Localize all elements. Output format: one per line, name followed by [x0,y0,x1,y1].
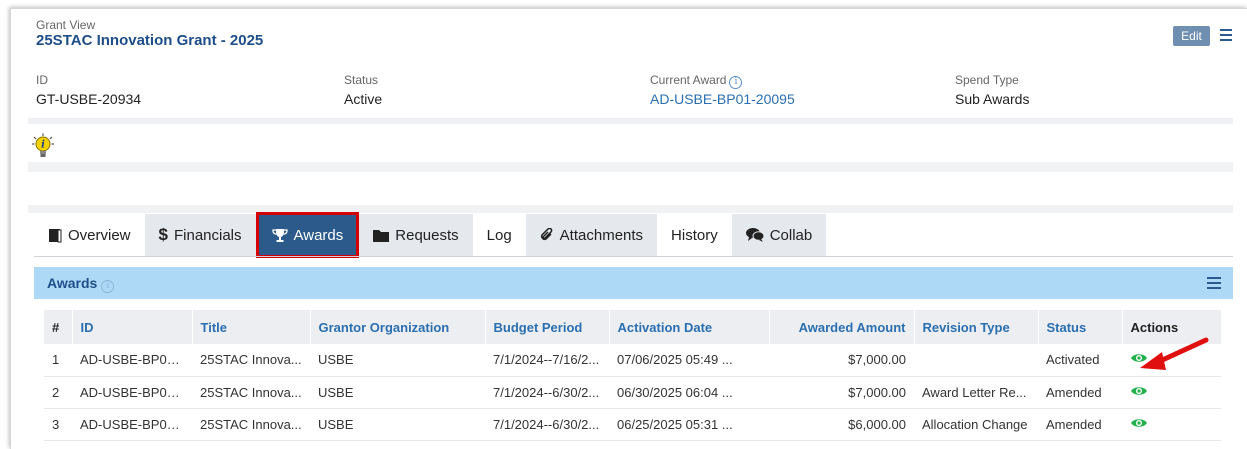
awards-panel-title: Awards i [47,275,115,293]
awarded-amount: $6,000.00 [769,408,914,441]
lightbulb-icon[interactable]: i [32,133,54,159]
award-status: Amended [1038,408,1122,441]
tab-label: Overview [68,226,131,244]
page-title: 25STAC Innovation Grant - 2025 [36,32,264,49]
comments-icon [745,228,764,242]
tab-financials[interactable]: $ Financials [144,214,256,256]
view-eye-icon[interactable] [1130,417,1148,429]
award-id: AD-USBE-BP01... [72,376,192,409]
current-award-label: Current Award i [650,73,743,89]
tab-log[interactable]: Log [472,214,526,256]
red-arrow-annotation [1140,337,1209,370]
tab-history[interactable]: History [657,214,732,256]
column-header-title[interactable]: Title [192,310,311,344]
column-header-revision-type[interactable]: Revision Type [914,310,1039,344]
tab-attachments[interactable]: Attachments [525,214,658,256]
paperclip-icon [540,228,554,242]
spend-type-label: Spend Type [955,73,1019,87]
svg-text:i: i [41,140,45,151]
revision-type [914,344,1038,377]
grantor-organization: USBE [310,344,485,377]
table-row[interactable]: 3 AD-USBE-BP01... 25STAC Innova... USBE … [44,408,1221,441]
column-header-awarded-amount[interactable]: Awarded Amount [769,310,915,344]
activation-date: 07/06/2025 05:49 ... [609,344,769,377]
tab-label: Attachments [559,226,644,244]
actions-cell [1122,376,1221,409]
awarded-amount: $7,000.00 [769,344,914,377]
column-header-number[interactable]: # [44,310,73,344]
divider [28,162,1233,172]
book-icon [48,228,62,243]
tab-awards[interactable]: Awards [255,212,360,258]
info-icon[interactable]: i [101,280,115,293]
grantor-organization: USBE [310,408,485,441]
spend-type-value: Sub Awards [955,91,1030,107]
id-value: GT-USBE-20934 [36,91,142,107]
actions-cell [1122,408,1221,441]
id-label: ID [36,73,48,87]
hamburger-menu-icon[interactable] [1220,29,1232,41]
revision-type: Award Letter Re... [914,376,1038,409]
tab-label: Financials [173,226,242,244]
column-header-id[interactable]: ID [72,310,193,344]
award-title: 25STAC Innova... [192,344,310,377]
tab-overview[interactable]: Overview [34,214,145,256]
awards-table: # ID Title Grantor Organization Budget P… [44,310,1222,441]
budget-period: 7/1/2024--6/30/2... [485,376,609,409]
tab-bar: Overview $ Financials Awards Requests Lo… [34,212,827,258]
column-header-grantor[interactable]: Grantor Organization [310,310,486,344]
current-award-label-text: Current Award [650,73,727,87]
tab-label: Requests [395,226,459,244]
column-header-status[interactable]: Status [1038,310,1123,344]
column-header-budget-period[interactable]: Budget Period [485,310,610,344]
view-label: Grant View [36,18,96,32]
panel-menu-icon[interactable] [1207,277,1221,292]
dollar-icon: $ [158,225,168,244]
awards-title-text: Awards [47,275,98,291]
tab-label: Log [486,226,512,244]
revision-type: Allocation Change [914,408,1038,441]
award-status: Activated [1038,344,1122,377]
view-eye-icon[interactable] [1130,385,1148,397]
tab-requests[interactable]: Requests [359,214,473,256]
divider [28,118,1233,124]
activation-date: 06/30/2025 06:04 ... [609,376,769,409]
award-id: AD-USBE-BP01... [72,344,192,377]
folder-icon [373,229,390,242]
activation-date: 06/25/2025 05:31 ... [609,408,769,441]
award-title: 25STAC Innova... [192,408,310,441]
tab-underline [34,256,1233,257]
tab-label: History [671,226,718,244]
tab-label: Awards [293,226,344,244]
tab-collab[interactable]: Collab [731,214,827,256]
award-title: 25STAC Innova... [192,376,310,409]
budget-period: 7/1/2024--7/16/2... [485,344,609,377]
row-number: 3 [44,408,72,441]
trophy-icon [271,228,288,243]
tab-label: Collab [769,226,813,244]
table-row[interactable]: 2 AD-USBE-BP01... 25STAC Innova... USBE … [44,376,1221,409]
table-row[interactable]: 1 AD-USBE-BP01... 25STAC Innova... USBE … [44,344,1221,377]
row-number: 2 [44,376,72,409]
status-label: Status [344,73,379,87]
current-award-link[interactable]: AD-USBE-BP01-20095 [650,91,795,107]
status-value: Active [344,91,383,107]
awards-panel-header: Awards i [34,267,1233,299]
award-id: AD-USBE-BP01... [72,408,192,441]
info-icon[interactable]: i [729,76,743,89]
award-status: Amended [1038,376,1122,409]
budget-period: 7/1/2024--6/30/2... [485,408,609,441]
column-header-activation-date[interactable]: Activation Date [609,310,770,344]
divider [28,205,1233,213]
row-number: 1 [44,344,72,377]
awarded-amount: $7,000.00 [769,376,914,409]
grantor-organization: USBE [310,376,485,409]
edit-button[interactable]: Edit [1173,26,1210,46]
table-header-row: # ID Title Grantor Organization Budget P… [44,310,1222,344]
